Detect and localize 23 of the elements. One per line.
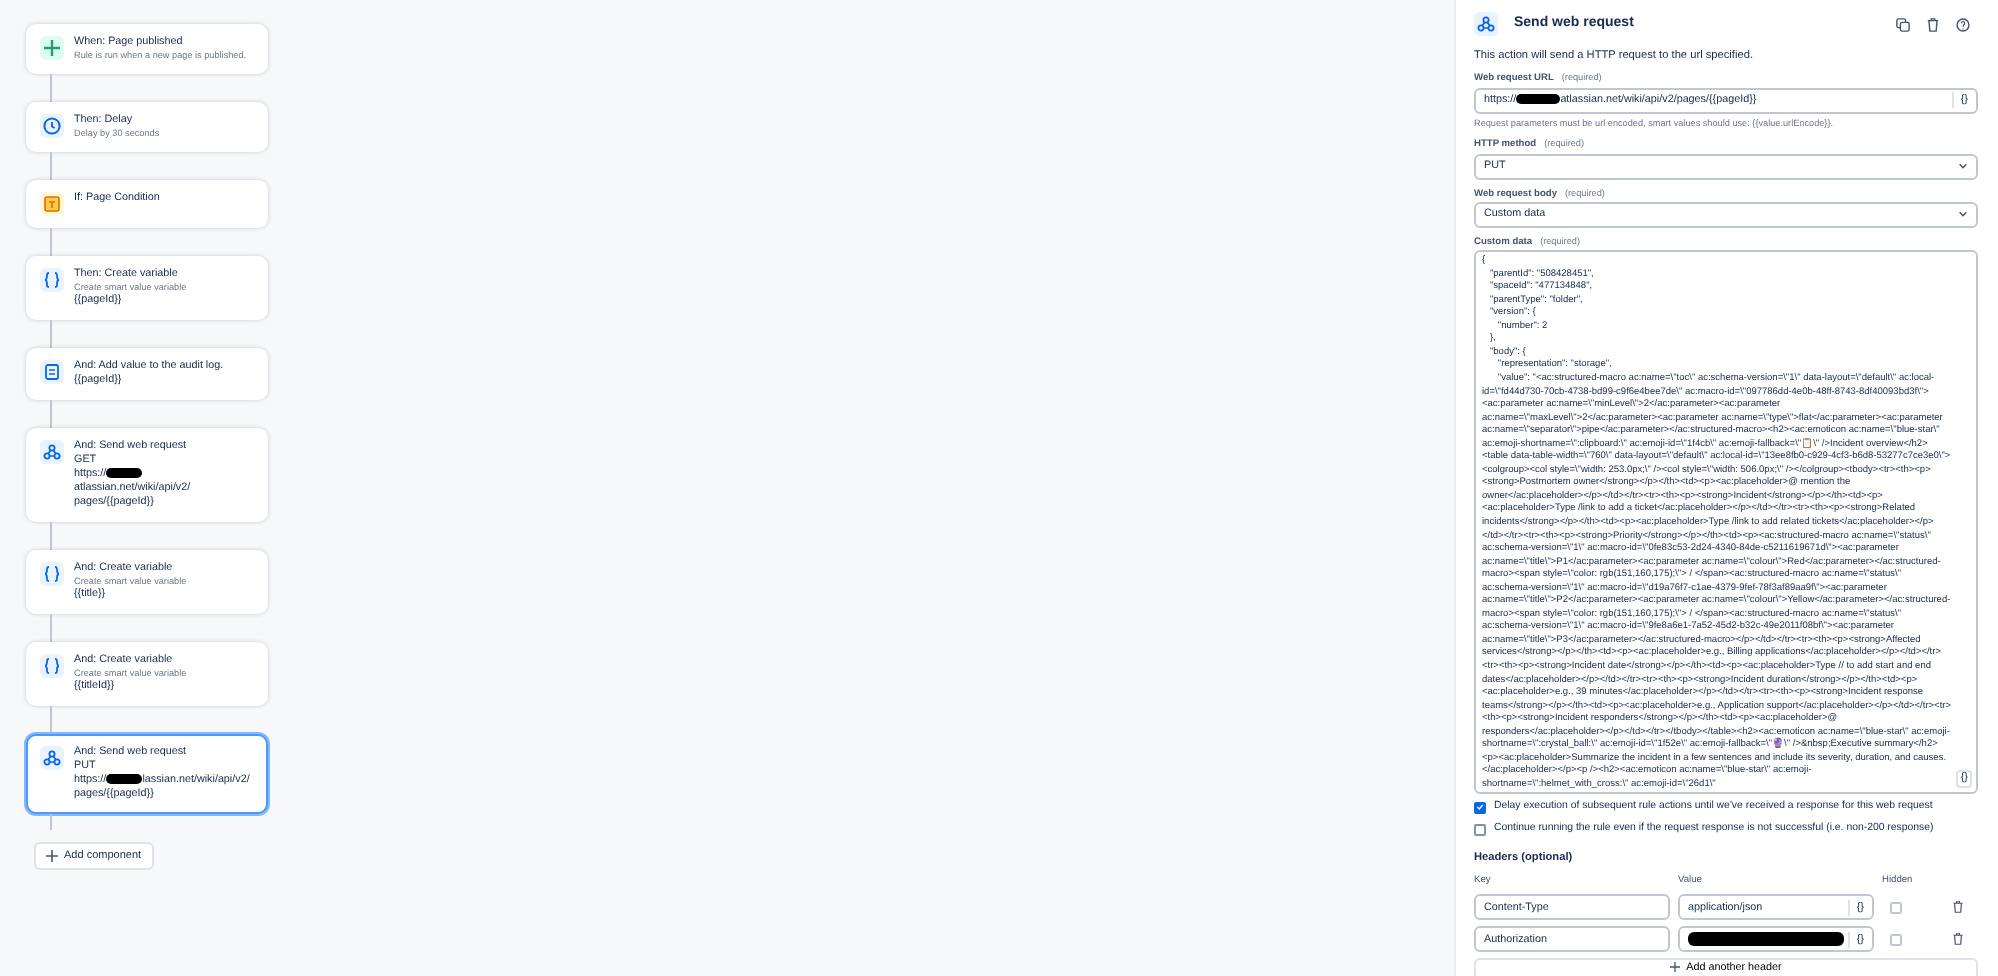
braces-icon [42,564,62,584]
delete-icon[interactable] [1952,932,1964,947]
checkbox[interactable] [1890,933,1902,946]
braces-icon [42,656,62,676]
webhook-icon [1476,14,1496,34]
plus-icon [46,849,58,862]
plus-icon [42,38,62,58]
checkbox[interactable] [1474,823,1486,836]
help-icon[interactable] [1956,17,1970,31]
condition-icon [42,194,62,214]
webhook-icon [42,748,62,768]
checkbox[interactable] [1890,901,1902,914]
clock-icon [42,116,62,136]
log-icon [42,362,62,382]
webhook-icon [42,442,62,462]
checkbox[interactable] [1474,801,1486,814]
braces-icon [42,270,62,290]
delete-icon[interactable] [1952,900,1964,915]
delete-icon[interactable] [1926,17,1940,31]
chevron-down-icon [1958,210,1968,219]
copy-icon[interactable] [1896,17,1910,31]
plus-icon [1670,962,1681,973]
chevron-down-icon [1958,162,1968,171]
